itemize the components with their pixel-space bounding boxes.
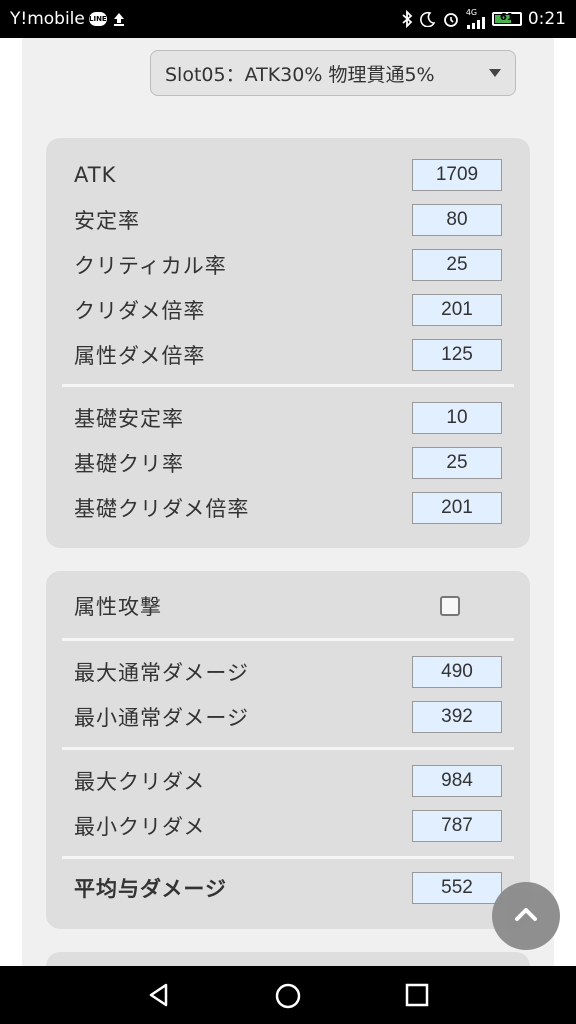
chevron-up-icon (513, 905, 539, 927)
network-type: 4G (465, 8, 478, 17)
avg-damage-label: 平均与ダメージ (74, 877, 227, 901)
min-crit-row: 最小クリダメ 787 (74, 809, 502, 843)
stats-panel: ATK 1709 安定率 80 クリティカル率 25 クリダメ倍率 201 属性… (46, 138, 530, 548)
divider (62, 384, 514, 387)
stability-input[interactable]: 80 (412, 204, 502, 236)
crit-dmg-mult-input[interactable]: 201 (412, 294, 502, 326)
battery-icon: 61 (491, 12, 522, 26)
elem-attack-label: 属性攻撃 (74, 595, 162, 619)
next-panel (46, 952, 530, 966)
base-stability-input[interactable]: 10 (412, 402, 502, 434)
max-crit-value: 984 (412, 765, 502, 797)
min-crit-label: 最小クリダメ (74, 815, 206, 839)
crit-rate-label: クリティカル率 (74, 254, 227, 278)
min-normal-row: 最小通常ダメージ 392 (74, 700, 502, 734)
max-crit-label: 最大クリダメ (74, 770, 206, 794)
min-crit-value: 787 (412, 810, 502, 842)
elem-dmg-mult-row: 属性ダメ倍率 125 (74, 338, 502, 372)
atk-input[interactable]: 1709 (412, 159, 502, 191)
slot-select[interactable]: Slot05：ATK30% 物理貫通5% (150, 50, 516, 96)
crit-dmg-mult-row: クリダメ倍率 201 (74, 293, 502, 327)
base-crit-dmg-mult-row: 基礎クリダメ倍率 201 (74, 491, 502, 525)
upload-icon (111, 11, 127, 27)
calculator-page: Slot05：ATK30% 物理貫通5% ATK 1709 安定率 80 クリテ… (22, 38, 554, 966)
base-stability-row: 基礎安定率 10 (74, 401, 502, 435)
battery-level: 61 (499, 12, 514, 23)
base-crit-dmg-mult-label: 基礎クリダメ倍率 (74, 497, 250, 521)
divider (62, 856, 514, 859)
crit-dmg-mult-label: クリダメ倍率 (74, 299, 206, 323)
base-crit-input[interactable]: 25 (412, 447, 502, 479)
atk-label: ATK (74, 163, 117, 187)
base-stability-label: 基礎安定率 (74, 407, 184, 431)
back-icon[interactable] (146, 982, 172, 1012)
divider (62, 747, 514, 750)
navigation-bar (0, 966, 576, 1024)
dropdown-caret-icon (489, 69, 501, 77)
base-crit-dmg-mult-input[interactable]: 201 (412, 492, 502, 524)
alarm-icon (442, 10, 460, 28)
atk-row: ATK 1709 (74, 158, 502, 192)
divider (62, 638, 514, 641)
base-crit-label: 基礎クリ率 (74, 452, 184, 476)
signal-icon: 4G (466, 9, 486, 29)
max-normal-value: 490 (412, 656, 502, 688)
status-bar: Y!mobile LINE 4G 61 0:21 (0, 0, 576, 38)
max-normal-row: 最大通常ダメージ 490 (74, 655, 502, 689)
crit-rate-input[interactable]: 25 (412, 249, 502, 281)
max-normal-label: 最大通常ダメージ (74, 661, 249, 685)
carrier-name: Y!mobile (10, 9, 85, 29)
elem-attack-checkbox[interactable] (440, 596, 460, 616)
elem-dmg-mult-label: 属性ダメ倍率 (74, 344, 206, 368)
moon-icon (419, 11, 436, 27)
min-normal-value: 392 (412, 701, 502, 733)
recents-icon[interactable] (404, 982, 430, 1012)
elem-dmg-mult-input[interactable]: 125 (412, 339, 502, 371)
elem-attack-row: 属性攻撃 (74, 589, 502, 623)
home-icon[interactable] (274, 982, 302, 1014)
line-icon: LINE (88, 12, 107, 26)
slot-select-value: Slot05：ATK30% 物理貫通5% (165, 63, 435, 86)
stability-label: 安定率 (74, 209, 140, 233)
min-normal-label: 最小通常ダメージ (74, 706, 249, 730)
avg-damage-row: 平均与ダメージ 552 (74, 871, 502, 905)
stability-row: 安定率 80 (74, 203, 502, 237)
clock: 0:21 (527, 9, 566, 29)
bluetooth-icon (400, 10, 414, 28)
max-crit-row: 最大クリダメ 984 (74, 764, 502, 798)
scroll-top-button[interactable] (492, 882, 560, 950)
results-panel: 属性攻撃 最大通常ダメージ 490 最小通常ダメージ 392 最大クリダメ 98… (46, 571, 530, 929)
base-crit-row: 基礎クリ率 25 (74, 446, 502, 480)
avg-damage-value: 552 (412, 872, 502, 904)
crit-rate-row: クリティカル率 25 (74, 248, 502, 282)
